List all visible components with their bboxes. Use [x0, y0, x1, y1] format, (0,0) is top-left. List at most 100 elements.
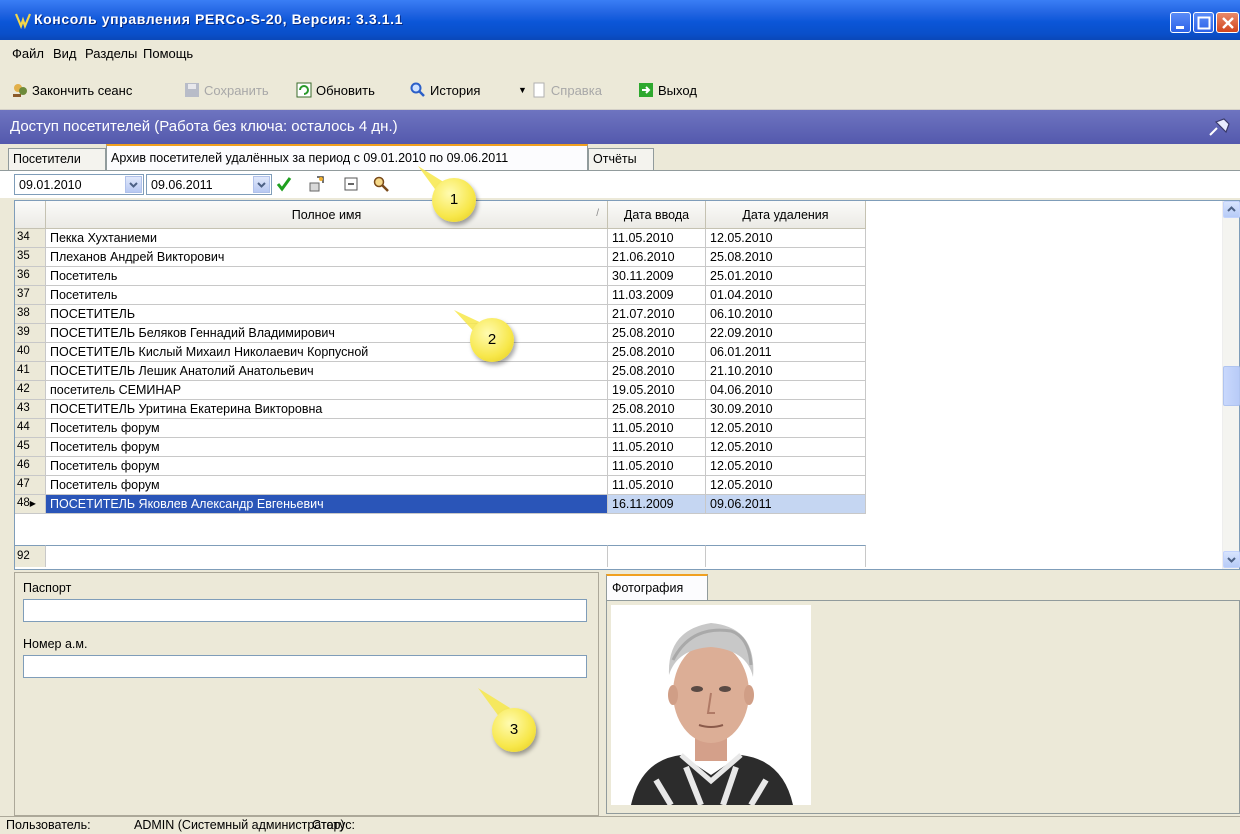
filter-settings-icon[interactable]	[308, 175, 326, 193]
title-bar: Консоль управления PERCo-S-20, Версия: 3…	[0, 0, 1240, 40]
chevron-down-icon[interactable]	[253, 176, 270, 193]
table-row[interactable]: 44 Посетитель форум 11.05.2010 12.05.2010	[15, 419, 866, 438]
cell-full-name: посетитель СЕМИНАР	[46, 381, 608, 400]
scroll-thumb[interactable]	[1223, 366, 1240, 406]
date-to-value: 09.06.2011	[151, 178, 213, 192]
tab-visitors[interactable]: Посетители	[8, 148, 106, 170]
row-number: 40	[15, 343, 46, 362]
row-number: 46	[15, 457, 46, 476]
history-button[interactable]: История	[410, 80, 480, 100]
table-row[interactable]: 35 Плеханов Андрей Викторович 21.06.2010 25…	[15, 248, 866, 267]
end-session-button[interactable]: Закончить сеанс	[12, 80, 132, 100]
vertical-scrollbar[interactable]	[1222, 201, 1240, 569]
photo-section: Фотография	[606, 572, 1240, 816]
menu-bar: Файл Вид Разделы Помощь	[0, 40, 1240, 68]
table-row[interactable]: 40 ПОСЕТИТЕЛЬ Кислый Михаил Николаевич Ко…	[15, 343, 866, 362]
table-row[interactable]: 47 Посетитель форум 11.05.2010 12.05.2010	[15, 476, 866, 495]
column-header-delete-date[interactable]: Дата удаления	[706, 201, 866, 229]
exit-label: Выход	[658, 82, 697, 98]
cell-full-name: Посетитель форум	[46, 476, 608, 495]
table-row[interactable]: 34 Пекка Хухтаниеми 11.05.2010 12.05.2010	[15, 229, 866, 248]
cell-entry-date: 30.11.2009	[608, 267, 706, 286]
visitors-archive-table: Полное имя / Дата ввода Дата удаления 34…	[14, 200, 1240, 570]
table-row[interactable]: 36 Посетитель 30.11.2009 25.01.2010	[15, 267, 866, 286]
cell-entry-date: 21.06.2010	[608, 248, 706, 267]
end-session-label: Закончить сеанс	[32, 82, 133, 98]
cell-entry-date: 25.08.2010	[608, 400, 706, 419]
date-from-picker[interactable]: 09.01.2010	[14, 174, 144, 195]
date-to-picker[interactable]: 09.06.2011	[146, 174, 272, 195]
tab-photo[interactable]: Фотография	[606, 574, 708, 600]
sort-marker: /	[596, 208, 599, 219]
menu-file[interactable]: Файл	[12, 46, 44, 61]
status-label: Статус:	[312, 818, 355, 832]
section-header: Доступ посетителей (Работа без ключа: ос…	[0, 110, 1240, 144]
save-button[interactable]: Сохранить	[184, 80, 269, 100]
total-count: 92	[15, 545, 46, 567]
visitor-search-icon[interactable]	[372, 175, 390, 193]
date-from-value: 09.01.2010	[19, 178, 82, 192]
row-number: 35	[15, 248, 46, 267]
refresh-button[interactable]: Обновить	[296, 80, 375, 100]
table-row[interactable]: 42 посетитель СЕМИНАР 19.05.2010 04.06.2010	[15, 381, 866, 400]
maximize-button[interactable]	[1193, 12, 1214, 33]
menu-help[interactable]: Помощь	[143, 46, 193, 61]
chevron-down-icon[interactable]	[125, 176, 142, 193]
table-row[interactable]: 39 ПОСЕТИТЕЛЬ Беляков Геннадий Владимиров…	[15, 324, 866, 343]
cell-entry-date: 11.05.2010	[608, 438, 706, 457]
table-row[interactable]: 46 Посетитель форум 11.05.2010 12.05.2010	[15, 457, 866, 476]
collapse-icon[interactable]	[342, 175, 360, 193]
magnifier-icon	[410, 82, 425, 97]
cell-entry-date: 25.08.2010	[608, 362, 706, 381]
table-row[interactable]: 37 Посетитель 11.03.2009 01.04.2010	[15, 286, 866, 305]
close-button[interactable]	[1216, 12, 1239, 33]
row-number: 38	[15, 305, 46, 324]
photo-panel	[606, 600, 1240, 814]
cell-full-name: ПОСЕТИТЕЛЬ	[46, 305, 608, 324]
pin-icon[interactable]	[1206, 116, 1232, 138]
row-number: 48	[17, 497, 30, 509]
table-row[interactable]: 43 ПОСЕТИТЕЛЬ Уритина Екатерина Викторовн…	[15, 400, 866, 419]
menu-view[interactable]: Вид	[53, 46, 77, 61]
menu-sections[interactable]: Разделы	[85, 46, 137, 61]
minimize-button[interactable]	[1170, 12, 1191, 33]
cell-delete-date: 01.04.2010	[706, 286, 866, 305]
car-number-field[interactable]	[23, 655, 587, 678]
row-number: 47	[15, 476, 46, 495]
apply-checkmark-icon[interactable]	[275, 175, 293, 193]
callout-1: 1	[432, 178, 476, 222]
cell-entry-date: 11.03.2009	[608, 286, 706, 305]
status-bar: Пользователь: ADMIN (Системный администр…	[0, 816, 1240, 834]
cell-delete-date: 06.10.2010	[706, 305, 866, 324]
tab-reports[interactable]: Отчёты	[588, 148, 654, 170]
help-label: Справка	[550, 82, 602, 98]
cell-delete-date: 06.01.2011	[706, 343, 866, 362]
column-header-entry-date[interactable]: Дата ввода	[608, 201, 706, 229]
row-number: 36	[15, 267, 46, 286]
cell-delete-date: 21.10.2010	[706, 362, 866, 381]
tab-archive[interactable]: Архив посетителей удалённых за период с …	[106, 144, 588, 170]
cell-delete-date: 12.05.2010	[706, 229, 866, 248]
column-header-full-name[interactable]: Полное имя /	[46, 201, 608, 229]
cell-full-name: ПОСЕТИТЕЛЬ Кислый Михаил Николаевич Корп…	[46, 343, 608, 362]
callout-2: 2	[470, 318, 514, 362]
cell-delete-date: 12.05.2010	[706, 457, 866, 476]
help-page-icon	[533, 82, 545, 98]
table-row-selected[interactable]: 48▶ ПОСЕТИТЕЛЬ Яковлев Александр Евгеньев…	[15, 495, 866, 514]
user-label: Пользователь:	[6, 818, 91, 832]
scroll-up-button[interactable]	[1223, 201, 1240, 218]
help-button[interactable]: ▼ Справка	[518, 80, 602, 100]
table-row[interactable]: 38 ПОСЕТИТЕЛЬ 21.07.2010 06.10.2010	[15, 305, 866, 324]
cell-delete-date: 09.06.2011	[706, 495, 866, 514]
table-row[interactable]: 45 Посетитель форум 11.05.2010 12.05.2010	[15, 438, 866, 457]
cell-full-name: Посетитель форум	[46, 438, 608, 457]
exit-button[interactable]: Выход	[638, 80, 697, 100]
passport-field[interactable]	[23, 599, 587, 622]
current-row-arrow-icon: ▶	[29, 499, 36, 508]
visitor-photo	[611, 605, 811, 805]
table-row[interactable]: 41 ПОСЕТИТЕЛЬ Лешик Анатолий Анатольевич 2…	[15, 362, 866, 381]
scroll-down-button[interactable]	[1223, 551, 1240, 568]
cell-full-name: Посетитель форум	[46, 457, 608, 476]
row-number: 42	[15, 381, 46, 400]
cell-delete-date: 12.05.2010	[706, 476, 866, 495]
